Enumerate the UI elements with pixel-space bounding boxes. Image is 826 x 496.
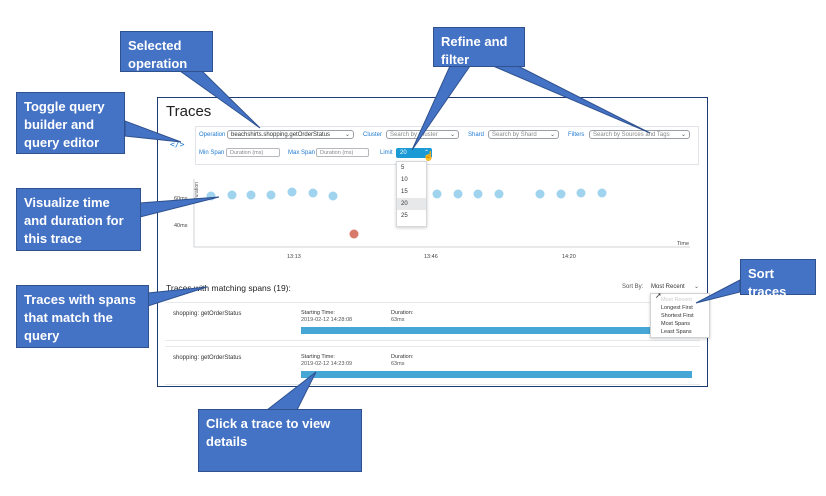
callout-refine-filter: Refine and filter [433, 27, 525, 67]
callout-sort-traces: Sort traces [740, 259, 816, 299]
arrow-refine-limit [411, 65, 471, 151]
callout-toggle-query: Toggle query builder and query editor [16, 92, 125, 154]
callout-traces-matching: Traces with spans that match the query [16, 285, 149, 348]
arrow-selected-operation [178, 70, 261, 129]
arrow-visualize [139, 196, 220, 218]
arrow-traces-matching [147, 286, 208, 307]
callout-selected-operation: Selected operation [120, 31, 213, 72]
arrow-sort-traces [695, 279, 741, 304]
callout-visualize: Visualize time and duration for this tra… [16, 188, 141, 251]
arrow-toggle-query [124, 120, 182, 143]
arrow-click-trace [265, 371, 317, 411]
arrow-refine-filters [492, 65, 651, 134]
callout-click-trace: Click a trace to view details [198, 409, 362, 472]
